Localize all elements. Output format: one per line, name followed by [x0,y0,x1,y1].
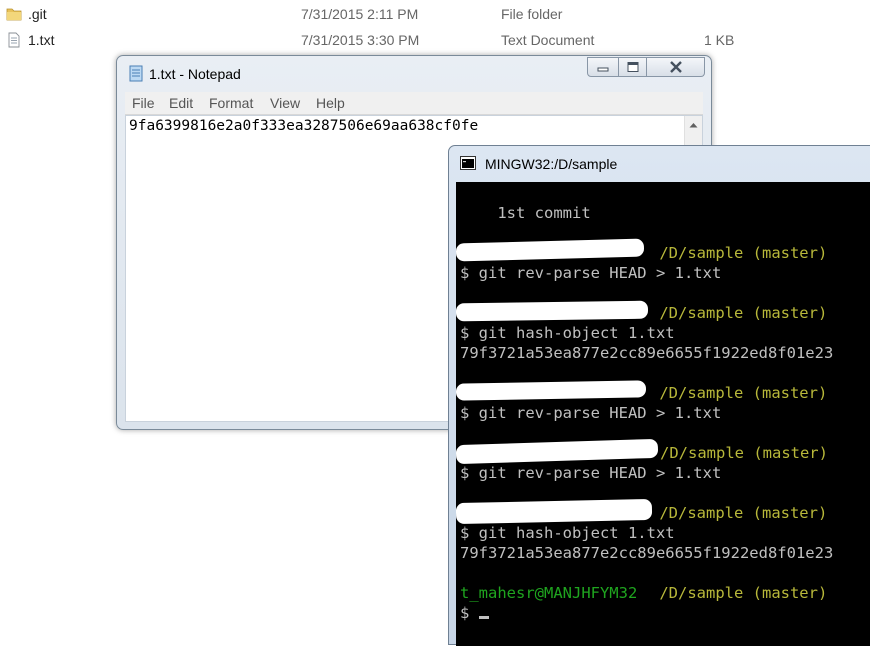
terminal-prompt-user: t_mahesr@MANJHFYM32 [460,584,638,602]
maximize-icon [627,62,638,72]
terminal-command: $ git hash-object 1.txt [460,524,675,542]
scroll-up-button[interactable] [685,116,702,133]
file-row-git[interactable]: .git 7/31/2015 2:11 PM File folder [0,1,870,27]
terminal-window[interactable]: MINGW32:/D/sample 1st commit /D/sample (… [448,145,870,646]
terminal-prompt-path: /D/sample (master) [650,384,828,402]
window-title: 1.txt - Notepad [149,66,241,82]
redaction-mark [456,238,645,262]
terminal-prompt-path: /D/sample (master) [650,304,828,322]
file-size: 1 KB [704,32,735,48]
file-type: Text Document [501,32,595,48]
close-button[interactable] [647,57,705,77]
close-icon [669,61,682,73]
terminal-command: $ git rev-parse HEAD > 1.txt [460,404,722,422]
terminal-icon [460,156,476,170]
terminal-prompt-path: /D/sample (master) [650,244,828,262]
terminal-input-line[interactable]: $ [460,603,489,623]
file-date: 7/31/2015 3:30 PM [301,32,420,48]
redaction-mark [456,438,659,465]
terminal-output: 79f3721a53ea877e2cc89e6655f1922ed8f01e23 [460,544,834,562]
terminal-command: $ git rev-parse HEAD > 1.txt [460,464,722,482]
menu-bar: File Edit Format View Help [125,92,703,115]
file-row-1txt[interactable]: 1.txt 7/31/2015 3:30 PM Text Document 1 … [0,27,870,53]
maximize-button[interactable] [619,57,647,77]
file-name: 1.txt [28,32,55,48]
menu-edit[interactable]: Edit [169,92,193,114]
redaction-mark [456,300,649,322]
file-date: 7/31/2015 2:11 PM [301,6,419,22]
file-type: File folder [501,6,563,22]
terminal-prompt-path: /D/sample (master) [650,584,828,602]
editor-content[interactable]: 9fa6399816e2a0f333ea3287506e69aa638cf0fe [129,118,478,134]
menu-help[interactable]: Help [316,92,345,114]
terminal-command: $ git hash-object 1.txt [460,324,675,342]
redaction-mark [456,498,653,525]
terminal-output: 79f3721a53ea877e2cc89e6655f1922ed8f01e23 [460,344,834,362]
redaction-mark [456,380,647,401]
terminal-prompt: $ [460,604,479,622]
terminal-line: 1st commit [460,204,591,222]
menu-view[interactable]: View [270,92,300,114]
minimize-icon [597,67,609,72]
menu-file[interactable]: File [132,92,155,114]
window-controls [587,57,705,79]
terminal-prompt-path: /D/sample (master) [650,504,828,522]
menu-format[interactable]: Format [209,92,253,114]
minimize-button[interactable] [587,57,619,77]
terminal-screen[interactable]: 1st commit /D/sample (master) $ git rev-… [456,182,870,646]
notepad-icon [129,65,143,82]
terminal-prompt-path: /D/sample (master) [660,444,828,462]
file-name: .git [28,6,47,22]
folder-icon [6,8,22,21]
arrow-up-icon [689,122,698,127]
terminal-cursor [478,616,489,619]
window-title: MINGW32:/D/sample [485,156,618,172]
text-file-icon [8,32,20,48]
terminal-command: $ git rev-parse HEAD > 1.txt [460,264,722,282]
